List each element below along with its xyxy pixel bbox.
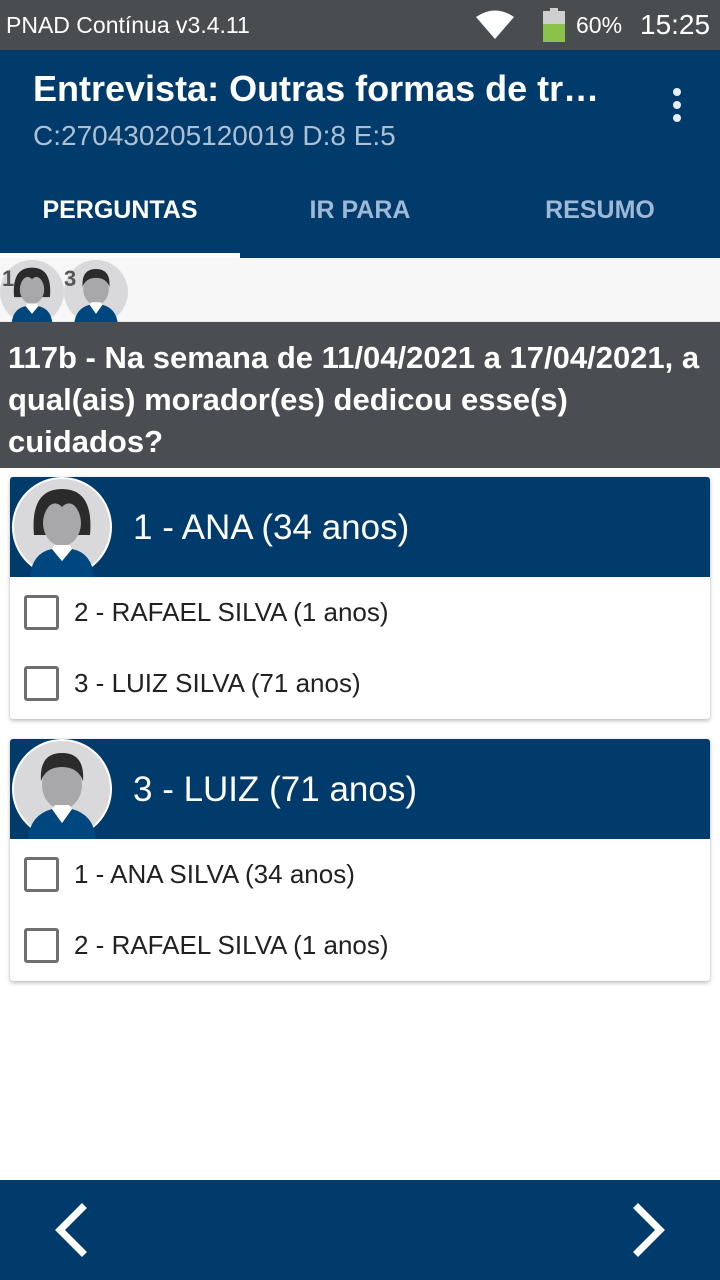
checkbox[interactable] [24,928,59,963]
person-card-luiz: 3 - LUIZ (71 anos) 1 - ANA SILVA (34 ano… [10,739,710,981]
bottom-nav [0,1180,720,1280]
option-row[interactable]: 3 - LUIZ SILVA (71 anos) [10,648,710,719]
tab-perguntas[interactable]: PERGUNTAS [0,162,240,258]
person-card-title: 1 - ANA (34 anos) [133,508,410,547]
app-bar: Entrevista: Outras formas de trabalho C:… [0,50,720,162]
option-label: 1 - ANA SILVA (34 anos) [74,859,355,889]
question-text: 117b - Na semana de 11/04/2021 a 17/04/2… [0,322,720,468]
tab-ir-para[interactable]: IR PARA [240,162,480,258]
option-label: 3 - LUIZ SILVA (71 anos) [74,668,361,698]
checkbox[interactable] [24,666,59,701]
person-chip-number: 3 [64,266,77,291]
option-row[interactable]: 2 - RAFAEL SILVA (1 anos) [10,910,710,981]
person-card-header: 3 - LUIZ (71 anos) [10,739,710,839]
checkbox[interactable] [24,595,59,630]
status-app-name: PNAD Contínua v3.4.11 [6,12,250,38]
battery-icon [543,8,565,42]
battery-percent: 60% [576,12,623,38]
option-label: 2 - RAFAEL SILVA (1 anos) [74,597,389,627]
person-card-title: 3 - LUIZ (71 anos) [133,770,417,809]
chevron-left-icon[interactable] [42,1200,102,1260]
status-time: 15:25 [640,9,711,40]
status-bar: PNAD Contínua v3.4.11 60% 15:25 [0,0,720,50]
page-subtitle: C:270430205120019 D:8 E:5 [33,120,396,151]
tab-bar: PERGUNTAS IR PARA RESUMO [0,162,720,258]
person-card-header: 1 - ANA (34 anos) [10,477,710,577]
tab-resumo[interactable]: RESUMO [480,162,720,258]
male-avatar-icon [12,739,112,839]
wifi-icon [476,10,514,39]
more-vert-icon[interactable] [662,84,692,128]
persons-strip: 1 3 [0,258,720,324]
chevron-right-icon[interactable] [618,1200,678,1260]
female-avatar-icon [12,477,112,577]
option-label: 2 - RAFAEL SILVA (1 anos) [74,930,389,960]
checkbox[interactable] [24,857,59,892]
option-row[interactable]: 2 - RAFAEL SILVA (1 anos) [10,577,710,648]
person-card-ana: 1 - ANA (34 anos) 2 - RAFAEL SILVA (1 an… [10,477,710,719]
page-title: Entrevista: Outras formas de trabalho [33,68,613,109]
option-row[interactable]: 1 - ANA SILVA (34 anos) [10,839,710,910]
person-chip-number: 1 [2,266,15,291]
